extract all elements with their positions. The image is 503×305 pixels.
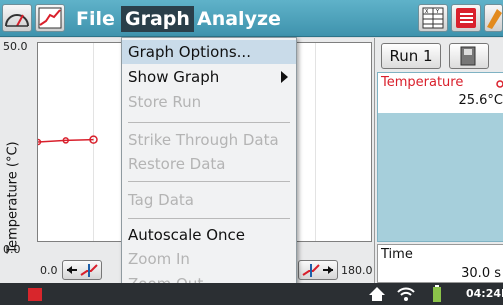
stop-collection-button[interactable] (28, 288, 42, 301)
status-bar: 04:24PM (0, 283, 503, 305)
menu-separator (128, 218, 290, 219)
x-axis-max: 180.0 (341, 264, 373, 277)
x-max-scale-button[interactable] (298, 260, 338, 280)
graph-menu-dropdown: Graph Options... Show Graph Store Run St… (121, 37, 297, 303)
y-axis-min: 0.0 (3, 243, 21, 256)
time-value: 30.0 s (461, 266, 501, 281)
meter-value: 25.6°C (458, 93, 503, 108)
temperature-meter[interactable]: Temperature 25.6°C (377, 72, 503, 242)
run-selector-button[interactable]: Run 1 (381, 43, 441, 69)
x-min-scale-button[interactable] (62, 260, 102, 280)
menu-item-autoscale-once[interactable]: Autoscale Once (122, 223, 296, 247)
time-meter: Time 30.0 s (377, 244, 503, 283)
status-clock: 04:24PM (466, 287, 503, 300)
meter-view-icon[interactable] (2, 4, 32, 32)
sensor-indicator-icon (496, 80, 503, 88)
menu-separator (128, 122, 290, 123)
menu-item-store-run: Store Run (128, 93, 202, 111)
wifi-icon (397, 287, 415, 301)
menu-bar: File Graph Analyze X Y (0, 0, 503, 37)
y-axis-max: 50.0 (3, 40, 28, 53)
notes-icon[interactable] (451, 4, 481, 32)
meter-name: Temperature (381, 75, 464, 90)
time-label: Time (381, 247, 413, 262)
menu-item-show-graph-label: Show Graph (128, 68, 220, 86)
menu-separator (128, 181, 290, 182)
graph-view-icon[interactable] (35, 4, 65, 32)
home-icon[interactable] (368, 286, 386, 302)
menu-item-tag-data: Tag Data (128, 191, 194, 209)
tool-icon[interactable] (484, 4, 503, 32)
menu-analyze[interactable]: Analyze (193, 6, 285, 32)
menu-graph[interactable]: Graph (121, 6, 194, 32)
svg-text:X: X (425, 9, 429, 15)
side-panel: Run 1 Temperature 25.6°C Time 30.0 s (374, 38, 503, 283)
menu-item-restore-data: Restore Data (128, 155, 226, 173)
x-axis-min: 0.0 (40, 264, 58, 277)
submenu-arrow-icon (281, 71, 288, 83)
battery-icon (433, 285, 441, 302)
menu-item-show-graph[interactable]: Show Graph (122, 65, 296, 89)
menu-item-graph-options[interactable]: Graph Options... (122, 40, 296, 64)
table-view-icon[interactable]: X Y (418, 4, 448, 32)
menu-item-strike-through-data: Strike Through Data (128, 131, 279, 149)
menu-item-zoom-in: Zoom In (128, 250, 190, 268)
temperature-series-line (37, 138, 94, 143)
menu-file[interactable]: File (72, 6, 119, 32)
data-set-icon[interactable] (449, 43, 489, 69)
meter-header: Temperature 25.6°C (378, 73, 503, 113)
